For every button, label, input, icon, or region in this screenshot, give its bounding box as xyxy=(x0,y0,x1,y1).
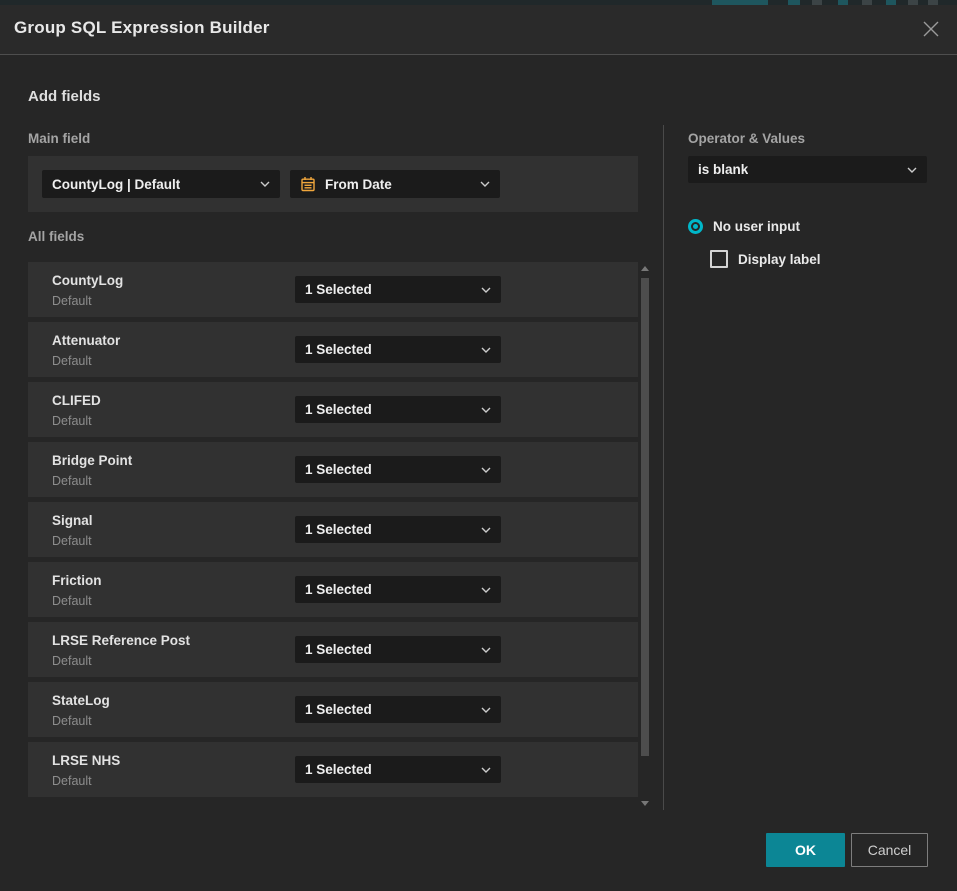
screen: Group SQL Expression Builder Add fields … xyxy=(0,0,957,891)
field-selection-dropdown[interactable]: 1 Selected xyxy=(295,636,501,663)
main-field-label: Main field xyxy=(28,131,90,146)
chevron-down-icon xyxy=(260,181,270,187)
calendar-icon xyxy=(300,176,316,192)
field-selection-dropdown[interactable]: 1 Selected xyxy=(295,756,501,783)
scroll-down-arrow-icon[interactable] xyxy=(641,801,649,806)
field-name: LRSE NHS xyxy=(52,753,120,768)
field-selection-value: 1 Selected xyxy=(305,282,372,297)
chevron-down-icon xyxy=(907,167,917,173)
field-selection-dropdown[interactable]: 1 Selected xyxy=(295,276,501,303)
chevron-down-icon xyxy=(481,347,491,353)
add-fields-heading: Add fields xyxy=(28,88,101,105)
cancel-button[interactable]: Cancel xyxy=(851,833,928,867)
field-subtitle: Default xyxy=(52,654,92,668)
no-user-input-radio[interactable]: No user input xyxy=(688,219,800,234)
chevron-down-icon xyxy=(480,181,490,187)
field-selection-value: 1 Selected xyxy=(305,522,372,537)
field-subtitle: Default xyxy=(52,534,92,548)
chevron-down-icon xyxy=(481,767,491,773)
field-name: LRSE Reference Post xyxy=(52,633,190,648)
radio-selected-icon xyxy=(688,219,703,234)
scrollbar-thumb[interactable] xyxy=(641,278,649,756)
field-row: Attenuator Default 1 Selected xyxy=(28,322,638,377)
field-selection-dropdown[interactable]: 1 Selected xyxy=(295,336,501,363)
field-name: Signal xyxy=(52,513,93,528)
operator-select-dropdown[interactable]: is blank xyxy=(688,156,927,183)
field-name: CountyLog xyxy=(52,273,123,288)
chevron-down-icon xyxy=(481,707,491,713)
chevron-down-icon xyxy=(481,287,491,293)
field-selection-value: 1 Selected xyxy=(305,342,372,357)
chevron-down-icon xyxy=(481,407,491,413)
dialog-title: Group SQL Expression Builder xyxy=(14,18,270,38)
main-field-panel: CountyLog | Default From Date xyxy=(28,156,638,212)
field-selection-dropdown[interactable]: 1 Selected xyxy=(295,456,501,483)
field-name: Attenuator xyxy=(52,333,120,348)
chevron-down-icon xyxy=(481,467,491,473)
field-subtitle: Default xyxy=(52,414,92,428)
dialog-titlebar: Group SQL Expression Builder xyxy=(0,5,957,55)
field-name: CLIFED xyxy=(52,393,101,408)
field-row: LRSE Reference Post Default 1 Selected xyxy=(28,622,638,677)
field-selection-value: 1 Selected xyxy=(305,762,372,777)
field-row: Bridge Point Default 1 Selected xyxy=(28,442,638,497)
close-button[interactable] xyxy=(919,17,943,41)
field-row: CountyLog Default 1 Selected xyxy=(28,262,638,317)
field-subtitle: Default xyxy=(52,354,92,368)
operator-select-value: is blank xyxy=(698,162,748,177)
layer-select-dropdown[interactable]: CountyLog | Default xyxy=(42,170,280,198)
field-row: Friction Default 1 Selected xyxy=(28,562,638,617)
field-selection-value: 1 Selected xyxy=(305,642,372,657)
checkbox-unchecked-icon xyxy=(710,250,728,268)
field-selection-dropdown[interactable]: 1 Selected xyxy=(295,576,501,603)
operator-values-heading: Operator & Values xyxy=(688,131,805,146)
field-name: StateLog xyxy=(52,693,110,708)
field-selection-dropdown[interactable]: 1 Selected xyxy=(295,696,501,723)
field-row: CLIFED Default 1 Selected xyxy=(28,382,638,437)
field-name: Friction xyxy=(52,573,102,588)
field-selection-value: 1 Selected xyxy=(305,702,372,717)
all-fields-list: CountyLog Default 1 Selected Attenuator Defa… xyxy=(28,262,638,802)
field-row: LRSE NHS Default 1 Selected xyxy=(28,742,638,797)
field-row: StateLog Default 1 Selected xyxy=(28,682,638,737)
field-subtitle: Default xyxy=(52,594,92,608)
field-subtitle: Default xyxy=(52,714,92,728)
field-name: Bridge Point xyxy=(52,453,132,468)
radio-label: No user input xyxy=(713,219,800,234)
panel-divider xyxy=(663,125,664,810)
list-scrollbar[interactable] xyxy=(639,258,651,810)
field-selection-value: 1 Selected xyxy=(305,462,372,477)
main-field-select-value: From Date xyxy=(325,177,392,192)
field-selection-dropdown[interactable]: 1 Selected xyxy=(295,516,501,543)
chevron-down-icon xyxy=(481,647,491,653)
field-subtitle: Default xyxy=(52,294,92,308)
field-selection-value: 1 Selected xyxy=(305,402,372,417)
scroll-up-arrow-icon[interactable] xyxy=(641,266,649,271)
display-label-checkbox[interactable]: Display label xyxy=(710,250,821,268)
field-subtitle: Default xyxy=(52,474,92,488)
layer-select-value: CountyLog | Default xyxy=(52,177,180,192)
close-icon xyxy=(922,20,940,38)
field-selection-dropdown[interactable]: 1 Selected xyxy=(295,396,501,423)
group-sql-expression-builder-dialog: Group SQL Expression Builder Add fields … xyxy=(0,5,957,891)
field-row: Signal Default 1 Selected xyxy=(28,502,638,557)
checkbox-label: Display label xyxy=(738,252,821,267)
chevron-down-icon xyxy=(481,527,491,533)
field-selection-value: 1 Selected xyxy=(305,582,372,597)
field-subtitle: Default xyxy=(52,774,92,788)
ok-button[interactable]: OK xyxy=(766,833,845,867)
main-field-select-dropdown[interactable]: From Date xyxy=(290,170,500,198)
chevron-down-icon xyxy=(481,587,491,593)
all-fields-label: All fields xyxy=(28,229,84,244)
